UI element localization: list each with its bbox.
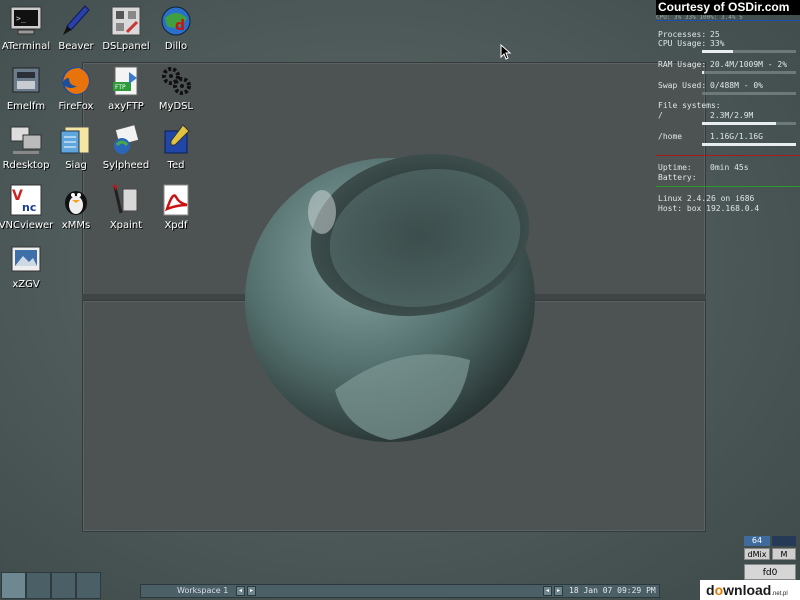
taskbar: Workspace 1 ◂ ▸ ◂ ▸ 18 Jan 07 09:29 PM (140, 584, 660, 598)
svg-text:FTP: FTP (115, 84, 126, 91)
terminal-icon: >_ (10, 6, 42, 35)
prev-task-button[interactable]: ◂ (543, 586, 552, 596)
processes-label: Processes: (658, 30, 707, 39)
fs-root-bar (702, 122, 796, 125)
text-editor-icon (164, 124, 190, 154)
conky-rule-blue (656, 20, 800, 21)
swap-used-label: Swap Used: (658, 81, 707, 90)
download-watermark: download.net.pl (700, 580, 800, 600)
desktop-icon-ted[interactable]: Ted (146, 123, 206, 181)
watermark-text-o: o (714, 582, 724, 598)
mouse-pointer-icon (500, 44, 512, 60)
mail-icon (114, 124, 140, 154)
conky-system-monitor: Courtesy of OSDir.com CPU: 3% 33% 100%: … (656, 0, 800, 220)
swap-used-bar (702, 92, 796, 95)
mixer-m-button[interactable]: M (772, 548, 796, 560)
control-panel-icon (111, 6, 141, 36)
desktop-icon-label: xZGV (12, 279, 40, 290)
kernel-line: Linux 2.4.26 on i686 (658, 194, 755, 203)
image-viewer-icon (11, 246, 41, 272)
filesystems-label: File systems: (658, 101, 721, 110)
volume-level[interactable]: 64 (744, 536, 770, 546)
processes-value: 25 (710, 30, 720, 39)
dmix-button[interactable]: dMix (744, 548, 770, 560)
ram-usage-label: RAM Usage: (658, 60, 707, 69)
desktop-icon-xpdf[interactable]: Xpdf (146, 183, 206, 241)
watermark-text-b: wnload (723, 582, 772, 598)
fs-root-label: / (658, 111, 663, 120)
pager-workspace-3[interactable] (51, 572, 76, 599)
pager-workspace-4[interactable] (76, 572, 101, 599)
swap-used-value: 0/488M - 0% (710, 81, 763, 90)
gears-icon (162, 67, 191, 95)
dillo-browser-icon: d (161, 6, 191, 36)
svg-text:>_: >_ (16, 14, 26, 23)
workspace-label: Workspace 1 (177, 586, 229, 595)
uptime-value: 0min 45s (710, 163, 749, 172)
fs-home-label: /home (658, 132, 683, 141)
fs-root-value: 2.3M/2.9M (710, 111, 754, 120)
desktop-icon-label: Xpdf (164, 220, 188, 231)
file-manager-icon (12, 67, 40, 93)
dsl-logo-sphere (245, 153, 535, 442)
pen-brush-icon (63, 5, 90, 35)
media-player-icon (65, 191, 87, 215)
battery-label: Battery: (658, 173, 697, 182)
ftp-icon: FTP (113, 66, 138, 96)
ram-usage-value: 20.4M/1009M - 2% (710, 60, 788, 69)
osdir-banner: Courtesy of OSDir.com (656, 0, 800, 15)
watermark-suffix: .net.pl (771, 591, 788, 597)
vnc-icon: Vnc (10, 184, 42, 216)
conky-rule-green (656, 186, 800, 187)
svg-text:nc: nc (22, 201, 36, 214)
workspace-pager (0, 572, 104, 600)
pager-workspace-1[interactable] (1, 572, 26, 599)
dockapp-area: 64 dMix M fd0 (742, 534, 798, 582)
paint-icon (113, 185, 138, 214)
pdf-icon (163, 184, 189, 216)
clock: 18 Jan 07 09:29 PM (569, 586, 656, 595)
desktop[interactable]: >_ ATerminal Beaver DSLpanel d Dillo Emelfm Fir… (0, 0, 800, 600)
svg-text:d: d (175, 18, 185, 34)
next-task-button[interactable]: ▸ (554, 586, 563, 596)
uptime-label: Uptime: (658, 163, 692, 172)
remote-desktop-icon (10, 126, 42, 154)
pager-workspace-2[interactable] (26, 572, 51, 599)
desktop-icon-mydsl[interactable]: MyDSL (146, 64, 206, 122)
desktop-icon-dillo[interactable]: d Dillo (146, 4, 206, 62)
desktop-icon-label: Dillo (164, 41, 188, 52)
conky-rule-red (656, 155, 800, 156)
desktop-icon-label: MyDSL (158, 101, 194, 112)
desktop-icon-label: Ted (167, 160, 185, 171)
host-line: Host: box 192.168.0.4 (658, 204, 760, 213)
fs-home-value: 1.16G/1.16G (710, 132, 763, 141)
firefox-icon (62, 67, 90, 95)
spreadsheet-icon (60, 126, 90, 154)
ram-usage-bar (702, 71, 796, 74)
watermark-text-a: d (706, 582, 715, 598)
cpu-usage-value: 33% (710, 39, 725, 48)
cpu-usage-label: CPU Usage: (658, 39, 707, 48)
cpu-usage-bar (702, 50, 796, 53)
prev-workspace-button[interactable]: ◂ (236, 586, 245, 596)
next-workspace-button[interactable]: ▸ (247, 586, 256, 596)
fs-home-bar (702, 143, 796, 146)
fd0-mount-button[interactable]: fd0 (744, 564, 796, 580)
desktop-icon-xzgv[interactable]: xZGV (0, 242, 56, 300)
volume-meter[interactable] (772, 536, 796, 546)
